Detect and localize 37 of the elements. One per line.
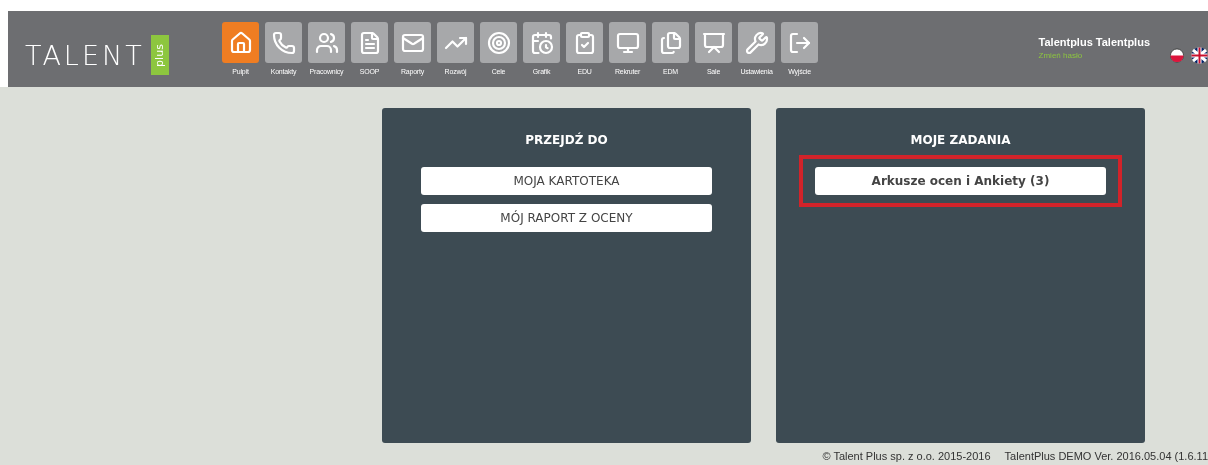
nav-button[interactable]: [437, 22, 474, 63]
polish-flag-icon[interactable]: [1170, 47, 1184, 64]
presentation-icon: [701, 30, 726, 55]
nav-button[interactable]: [308, 22, 345, 63]
panel-title: MOJE ZADANIA: [910, 133, 1011, 147]
panel-title: PRZEJDŹ DO: [525, 133, 608, 147]
change-password-link[interactable]: Zmień hasło: [1038, 51, 1150, 60]
logo-badge: plus: [150, 35, 169, 75]
logo-text: TALENT: [25, 39, 145, 71]
documents-icon: [658, 30, 683, 55]
nav-button[interactable]: [523, 22, 560, 63]
people-icon: [314, 30, 339, 55]
target-icon: [486, 30, 511, 55]
nav-button[interactable]: [652, 22, 689, 63]
nav-button[interactable]: [222, 22, 259, 63]
copyright-text: © Talent Plus sp. z o.o. 2015-2016: [822, 450, 991, 462]
nav-button[interactable]: [781, 22, 818, 63]
exit-icon: [787, 30, 812, 55]
monitor-icon: [615, 30, 640, 55]
nav-button[interactable]: [265, 22, 302, 63]
home-icon: [228, 30, 253, 55]
user-name: Talentplus Talentplus: [1038, 36, 1150, 48]
phone-icon: [271, 30, 296, 55]
nav-button[interactable]: [566, 22, 603, 63]
panel-button[interactable]: Arkusze ocen i Ankiety (3): [815, 167, 1106, 195]
nav-button[interactable]: [394, 22, 431, 63]
wrench-icon: [744, 30, 769, 55]
nav-button[interactable]: [351, 22, 388, 63]
nav-button[interactable]: [738, 22, 775, 63]
nav-button[interactable]: [609, 22, 646, 63]
nav-button[interactable]: [480, 22, 517, 63]
calendar-icon: [529, 30, 554, 55]
version-text: TalentPlus DEMO Ver. 2016.05.04 (1.6.11: [1004, 450, 1208, 462]
panel-button[interactable]: MÓJ RAPORT Z OCENY: [421, 204, 712, 232]
nav-button[interactable]: [695, 22, 732, 63]
panel-button[interactable]: MOJA KARTOTEKA: [421, 167, 712, 195]
british-flag-icon[interactable]: [1191, 47, 1208, 64]
